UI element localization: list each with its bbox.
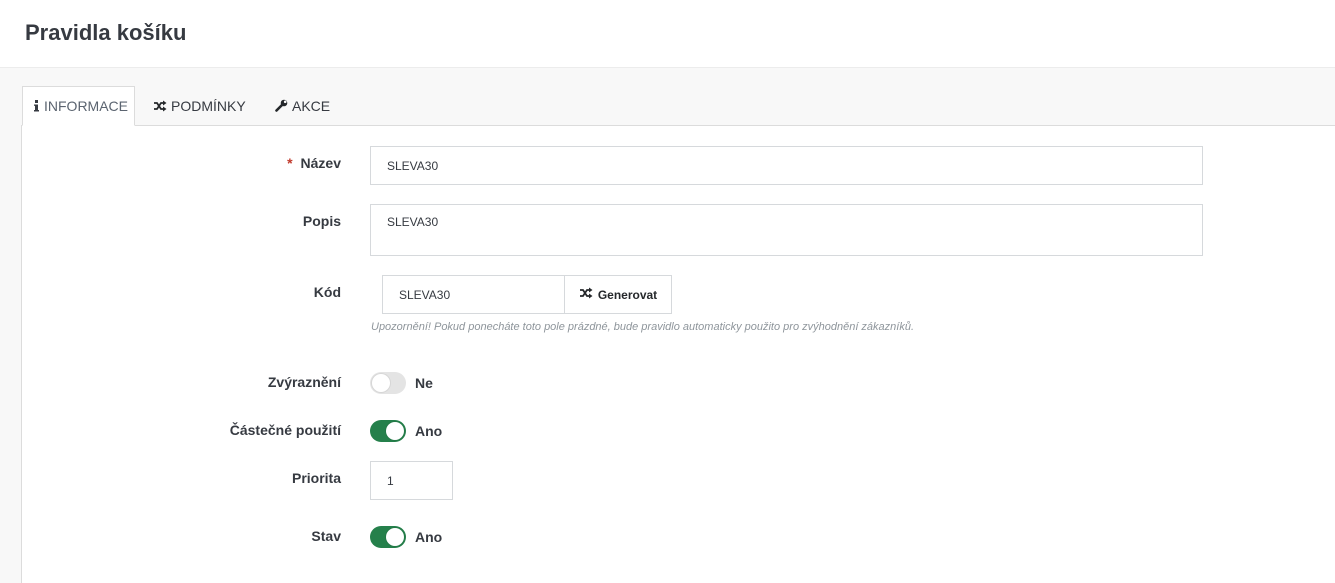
status-toggle[interactable] [370, 526, 406, 548]
priority-label: Priorita [291, 470, 341, 486]
tab-bar-divider [21, 125, 1335, 126]
highlight-label: Zvýraznění [267, 374, 341, 390]
toggle-knob [386, 422, 404, 440]
tab-informace[interactable]: INFORMACE [22, 86, 135, 126]
description-label: Popis [302, 213, 341, 229]
name-label: * Název [141, 155, 341, 171]
priority-input[interactable]: 1 [370, 461, 453, 500]
status-state-text: Ano [415, 529, 443, 545]
shuffle-icon [153, 100, 167, 112]
highlight-toggle[interactable] [370, 372, 406, 394]
generate-code-button[interactable]: Generovat [564, 275, 672, 314]
shuffle-icon [579, 287, 593, 302]
generate-button-label: Generovat [597, 287, 658, 302]
tab-podminky[interactable]: PODMÍNKY [143, 86, 256, 125]
info-icon [33, 100, 40, 112]
form-panel [22, 126, 1335, 583]
tab-akce[interactable]: AKCE [265, 86, 340, 125]
code-input[interactable]: SLEVA30 [382, 275, 565, 314]
highlight-state-text: Ne [415, 375, 433, 391]
tab-label: INFORMACE [44, 98, 128, 114]
partial-use-label: Částečné použití [229, 422, 341, 438]
required-mark: * [287, 155, 293, 171]
name-label-text: Název [300, 155, 341, 171]
tab-label: PODMÍNKY [171, 97, 246, 114]
toggle-knob [386, 528, 404, 546]
tab-label: AKCE [292, 97, 331, 114]
name-input[interactable]: SLEVA30 [370, 146, 1203, 185]
code-help-text: Upozornění! Pokud ponecháte toto pole pr… [371, 321, 915, 333]
code-label: Kód [313, 284, 341, 300]
page-title: Pravidla košíku [25, 20, 187, 45]
partial-use-state-text: Ano [415, 423, 443, 439]
form-panel-border [21, 125, 22, 583]
toggle-knob [372, 374, 390, 392]
description-textarea[interactable]: SLEVA30 [370, 204, 1203, 256]
partial-use-toggle[interactable] [370, 420, 406, 442]
wrench-icon [275, 99, 288, 112]
status-label: Stav [311, 528, 341, 544]
